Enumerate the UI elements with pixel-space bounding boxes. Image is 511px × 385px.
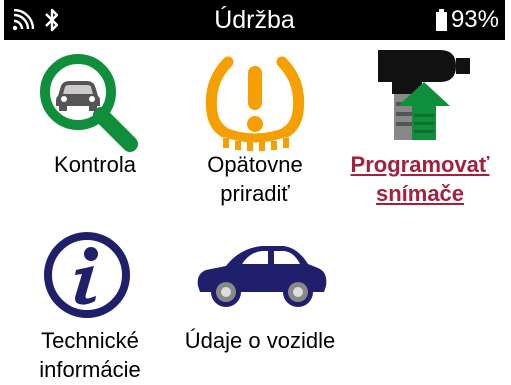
screen: Údržba 93% Kontrola Opätovne priradiť Pr…	[0, 0, 505, 385]
car-icon	[197, 246, 327, 307]
tile-technicke-informacie[interactable]: Technické informácie	[10, 226, 170, 385]
magnifier-car-icon	[40, 54, 138, 152]
tile-udaje-o-vozidle[interactable]: Údaje o vozidle	[170, 226, 350, 385]
tile-label: Opätovne	[207, 152, 303, 177]
battery-percent: 93%	[450, 6, 499, 33]
status-bar: Údržba 93%	[4, 0, 505, 40]
battery-status: 93%	[435, 0, 499, 40]
tile-opatovne-priradit[interactable]: Opätovne priradiť	[180, 46, 330, 216]
tile-programovat-snimace[interactable]: Programovať snímače	[340, 46, 500, 216]
info-icon	[44, 232, 130, 318]
page-title: Údržba	[214, 6, 295, 34]
tile-label: snímače	[375, 181, 465, 206]
battery-icon	[435, 8, 447, 31]
tile-label: Údaje o vozidle	[184, 328, 336, 353]
tile-label: Programovať	[350, 152, 490, 177]
sensor-program-icon	[378, 50, 470, 140]
tile-label: informácie	[39, 357, 141, 382]
tile-label: Kontrola	[54, 152, 136, 177]
tpms-warning-icon	[205, 56, 305, 151]
tile-label: priradiť	[220, 181, 290, 206]
tile-label: Technické	[41, 328, 139, 353]
tile-kontrola[interactable]: Kontrola	[20, 46, 170, 216]
